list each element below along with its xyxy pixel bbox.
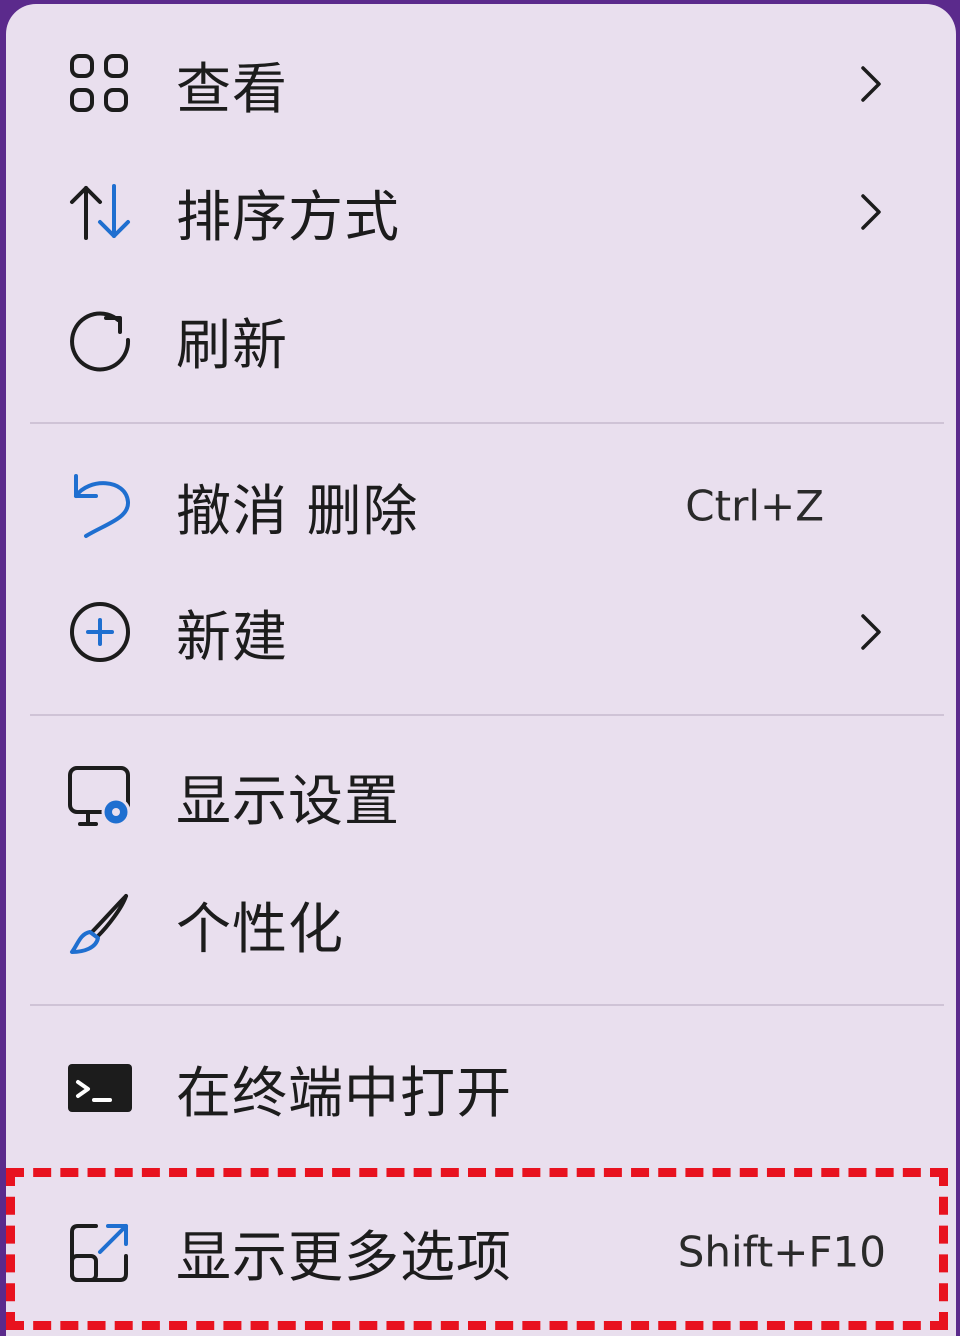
display-settings-icon (66, 762, 134, 830)
menu-item-label: 新建 (176, 605, 289, 669)
menu-item-open-terminal[interactable]: 在终端中打开 (6, 1024, 956, 1152)
menu-item-sort[interactable]: 排序方式 (6, 148, 956, 276)
chevron-right-icon (850, 192, 890, 232)
menu-item-label: 查看 (176, 57, 289, 121)
menu-item-label: 显示设置 (176, 769, 401, 833)
menu-item-label: 在终端中打开 (176, 1061, 513, 1125)
undo-icon (66, 472, 134, 540)
menu-separator (30, 714, 944, 716)
context-menu: 查看 排序方式 刷新 撤消 删除 Ctrl+Z 新建 显示设置 个性化 在终端中… (6, 4, 956, 1336)
menu-item-personalize[interactable]: 个性化 (6, 860, 956, 988)
chevron-right-icon (850, 64, 890, 104)
menu-item-view[interactable]: 查看 (6, 20, 956, 148)
highlight-annotation (6, 1168, 948, 1330)
menu-separator (30, 1004, 944, 1006)
menu-item-undo-delete[interactable]: 撤消 删除 Ctrl+Z (6, 442, 956, 570)
shortcut-hint: Ctrl+Z (685, 481, 824, 531)
menu-item-refresh[interactable]: 刷新 (6, 276, 956, 404)
menu-item-new[interactable]: 新建 (6, 568, 956, 696)
menu-separator (30, 422, 944, 424)
grid-icon (66, 50, 134, 118)
terminal-icon (66, 1054, 134, 1122)
menu-item-display-settings[interactable]: 显示设置 (6, 732, 956, 860)
menu-item-label: 刷新 (176, 313, 289, 377)
chevron-right-icon (850, 612, 890, 652)
refresh-icon (66, 306, 134, 374)
menu-item-label: 排序方式 (176, 185, 401, 249)
menu-item-label: 个性化 (176, 897, 345, 961)
menu-item-label: 撤消 删除 (176, 479, 419, 543)
brush-icon (66, 890, 134, 958)
sort-icon (66, 178, 134, 246)
add-icon (66, 598, 134, 666)
